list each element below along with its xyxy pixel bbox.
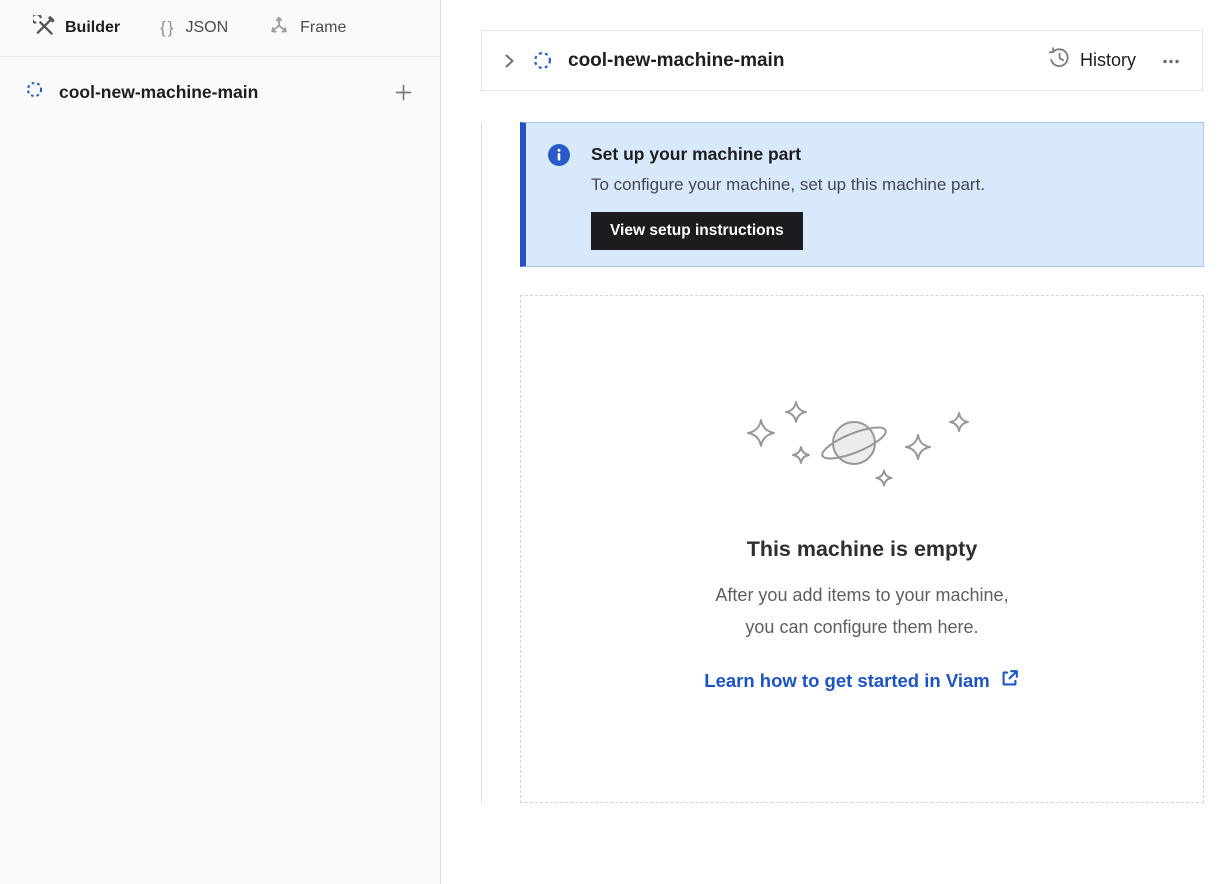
- tab-json[interactable]: {} JSON: [160, 18, 228, 38]
- empty-state-body-line1: After you add items to your machine,: [521, 579, 1203, 611]
- tab-json-label: JSON: [185, 19, 228, 37]
- tree-guide-line: [481, 122, 482, 803]
- tools-icon: [33, 15, 55, 42]
- frame-axes-icon: [268, 15, 290, 42]
- more-menu-icon[interactable]: [1160, 50, 1182, 72]
- dashed-circle-part-icon: [533, 51, 552, 70]
- sidebar: Builder {} JSON Frame: [0, 0, 441, 884]
- dashed-circle-part-icon: [26, 81, 43, 103]
- history-label: History: [1080, 50, 1136, 71]
- learn-link[interactable]: Learn how to get started in Viam: [704, 668, 1019, 694]
- part-title: cool-new-machine-main: [568, 50, 784, 72]
- tab-builder-label: Builder: [65, 19, 120, 37]
- empty-state-body-line2: you can configure them here.: [521, 611, 1203, 643]
- braces-icon: {}: [160, 18, 175, 38]
- learn-link-label: Learn how to get started in Viam: [704, 670, 989, 692]
- main-panel: cool-new-machine-main History: [441, 0, 1232, 884]
- viam-config-page: Builder {} JSON Frame: [0, 0, 1232, 884]
- machine-part-name: cool-new-machine-main: [59, 82, 392, 103]
- banner-body: To configure your machine, set up this m…: [591, 174, 985, 196]
- info-icon: [548, 143, 570, 266]
- add-component-button[interactable]: [392, 81, 414, 103]
- empty-state: This machine is empty After you add item…: [520, 295, 1204, 803]
- tab-builder[interactable]: Builder: [33, 15, 120, 42]
- external-link-icon: [999, 668, 1020, 694]
- setup-banner: Set up your machine part To configure yo…: [520, 122, 1204, 267]
- tab-frame[interactable]: Frame: [268, 15, 346, 42]
- history-button[interactable]: History: [1047, 46, 1136, 75]
- view-tabbar: Builder {} JSON Frame: [0, 0, 440, 57]
- empty-state-title: This machine is empty: [521, 537, 1203, 562]
- chevron-right-icon[interactable]: [498, 50, 520, 72]
- banner-title: Set up your machine part: [591, 143, 985, 165]
- history-clock-icon: [1047, 46, 1071, 75]
- sidebar-item-machine-part[interactable]: cool-new-machine-main: [0, 73, 440, 111]
- view-setup-instructions-button[interactable]: View setup instructions: [591, 212, 803, 250]
- planet-sparkles-illustration: [521, 398, 1203, 495]
- tab-frame-label: Frame: [300, 19, 346, 37]
- part-header: cool-new-machine-main History: [481, 30, 1203, 91]
